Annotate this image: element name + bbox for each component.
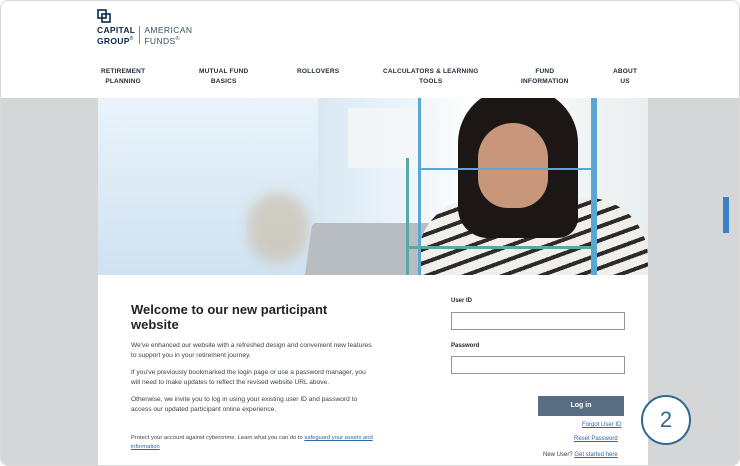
nav-item-about-us[interactable]: ABOUT US (613, 67, 637, 87)
nav-label-line2: INFORMATION (521, 78, 569, 85)
welcome-paragraph-3: Otherwise, we invite you to log in using… (131, 396, 358, 413)
main-nav: RETIREMENT PLANNING MUTUAL FUND BASICS R… (101, 67, 646, 91)
nav-label-line2: BASICS (210, 78, 237, 85)
browser-frame: CAPITAL GROUP® AMERICAN FUNDS® RETIREMEN… (0, 0, 740, 466)
userid-input[interactable] (451, 311, 625, 330)
nav-label-line1: MUTUAL FUND (199, 68, 249, 75)
nav-label-line2: PLANNING (105, 78, 141, 85)
nav-label-line2: US (620, 78, 630, 85)
security-notice-text: Protect your account against cybercrime.… (131, 435, 305, 441)
login-form: User ID Password (451, 298, 626, 387)
logo-sub-line2: FUNDS (144, 35, 176, 46)
reset-password-link[interactable]: Reset Password (574, 436, 618, 442)
new-user-text: New User? (543, 452, 575, 458)
logo-sub-reg: ® (175, 36, 180, 42)
nav-label-line1: RETIREMENT (101, 68, 146, 75)
nav-label-line1: ABOUT (613, 68, 638, 75)
nav-label-line1: CALCULATORS & LEARNING (383, 68, 479, 75)
login-button[interactable]: Log in (538, 396, 624, 416)
get-started-link[interactable]: Get started here (574, 452, 617, 458)
accent-line-teal-horizontal (406, 246, 596, 249)
logo-wordmark: CAPITAL GROUP® AMERICAN FUNDS® (97, 26, 192, 46)
hero-image (98, 98, 648, 275)
welcome-paragraph-2: If you've previously bookmarked the logi… (131, 369, 366, 386)
logo-brand-reg: ® (129, 36, 134, 42)
step-number-badge: 2 (641, 395, 691, 445)
accent-line-blue-horizontal (418, 168, 594, 170)
capital-group-logo-icon (97, 9, 111, 23)
logo-brand-line2: GROUP (97, 35, 130, 46)
logo-divider (139, 26, 141, 44)
accent-line-teal-vertical (406, 158, 409, 275)
nav-label-line1: ROLLOVERS (297, 68, 340, 75)
welcome-paragraph-1: We've enhanced our website with a refres… (131, 342, 372, 359)
password-input[interactable] (451, 356, 625, 374)
main-content: Welcome to our new participant website W… (98, 98, 648, 465)
hero-wall (348, 108, 428, 168)
feedback-side-tab[interactable] (723, 197, 729, 233)
logo-brand-line1: CAPITAL (97, 25, 136, 35)
hero-person-face (478, 123, 548, 208)
forgot-userid-link[interactable]: Forgot User ID (582, 422, 621, 428)
nav-label-line1: FUND (535, 68, 555, 75)
welcome-section: Welcome to our new participant website W… (131, 302, 376, 422)
password-label: Password (451, 342, 480, 349)
nav-label-line2: TOOLS (419, 78, 443, 85)
nav-item-retirement-planning[interactable]: RETIREMENT PLANNING (101, 67, 145, 87)
nav-item-calculators-learning-tools[interactable]: CALCULATORS & LEARNING TOOLS (383, 67, 479, 87)
welcome-title: Welcome to our new participant website (131, 302, 328, 332)
security-notice: Protect your account against cybercrime.… (131, 434, 381, 452)
new-user-prompt: New User? Get started here (543, 452, 618, 458)
hero-plant (248, 193, 308, 263)
nav-item-rollovers[interactable]: ROLLOVERS (297, 67, 339, 77)
nav-item-fund-information[interactable]: FUND INFORMATION (521, 67, 569, 87)
site-logo[interactable]: CAPITAL GROUP® AMERICAN FUNDS® (97, 9, 207, 49)
userid-label: User ID (451, 298, 473, 304)
site-header: CAPITAL GROUP® AMERICAN FUNDS® RETIREMEN… (1, 1, 739, 98)
logo-sub-line1: AMERICAN (144, 25, 193, 35)
nav-item-mutual-fund-basics[interactable]: MUTUAL FUND BASICS (199, 67, 248, 87)
